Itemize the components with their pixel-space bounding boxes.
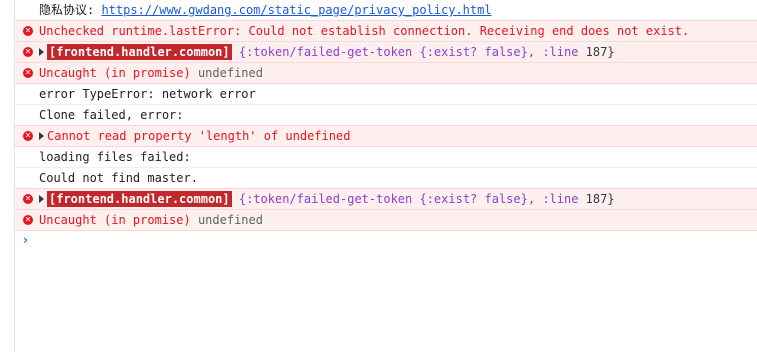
uncaught-text: Uncaught (in promise) [39, 213, 191, 227]
console-message-privacy: 隐私协议: https://www.gwdang.com/static_page… [15, 0, 757, 21]
handler-badge: [frontend.handler.common] [47, 44, 232, 60]
console-message-clone-failed: Clone failed, error: [15, 105, 757, 126]
console-error-uncaught-2: ✕ Uncaught (in promise) undefined [15, 209, 757, 231]
error-circle-icon: ✕ [23, 68, 33, 78]
runtime-error-text: Unchecked runtime.lastError: Could not e… [39, 24, 690, 38]
console-message-loading-failed: loading files failed: [15, 147, 757, 168]
handler-token: {:token/failed-get-token {:exist? false} [238, 192, 528, 206]
master-missing-text: Could not find master. [39, 171, 198, 185]
type-error-text: error TypeError: network error [39, 87, 256, 101]
uncaught-text: Uncaught (in promise) [39, 66, 191, 80]
expand-triangle-icon[interactable] [39, 132, 44, 140]
length-error-text: Cannot read property 'length' of undefin… [47, 129, 351, 143]
console-error-runtime: ✕ Unchecked runtime.lastError: Could not… [15, 20, 757, 42]
privacy-link[interactable]: https://www.gwdang.com/static_page/priva… [101, 3, 491, 17]
console-error-length: ✕ Cannot read property 'length' of undef… [15, 125, 757, 147]
uncaught-value: undefined [197, 66, 263, 80]
console-message-type-error: error TypeError: network error [15, 84, 757, 105]
devtools-console: 隐私协议: https://www.gwdang.com/static_page… [0, 0, 757, 352]
console-error-handler-1: ✕ [frontend.handler.common] {:token/fail… [15, 41, 757, 63]
error-circle-icon: ✕ [23, 194, 33, 204]
error-circle-icon: ✕ [23, 47, 33, 57]
console-prompt[interactable]: › [15, 231, 757, 249]
error-circle-icon: ✕ [23, 26, 33, 36]
handler-token: {:token/failed-get-token {:exist? false} [238, 45, 528, 59]
error-circle-icon: ✕ [23, 131, 33, 141]
clone-failed-text: Clone failed, error: [39, 108, 184, 122]
handler-line-number: 187} [585, 45, 615, 59]
console-error-handler-2: ✕ [frontend.handler.common] {:token/fail… [15, 188, 757, 210]
chevron-right-icon: › [23, 233, 28, 247]
uncaught-value: undefined [197, 213, 263, 227]
console-error-uncaught-1: ✕ Uncaught (in promise) undefined [15, 62, 757, 84]
expand-triangle-icon[interactable] [39, 48, 44, 56]
error-circle-icon: ✕ [23, 215, 33, 225]
console-message-master-missing: Could not find master. [15, 168, 757, 189]
handler-line-label: :line [542, 45, 579, 59]
privacy-label: 隐私协议: [39, 3, 102, 17]
handler-line-label: :line [542, 192, 579, 206]
handler-line-number: 187} [585, 192, 615, 206]
loading-failed-text: loading files failed: [39, 150, 191, 164]
expand-triangle-icon[interactable] [39, 195, 44, 203]
handler-badge: [frontend.handler.common] [47, 191, 232, 207]
